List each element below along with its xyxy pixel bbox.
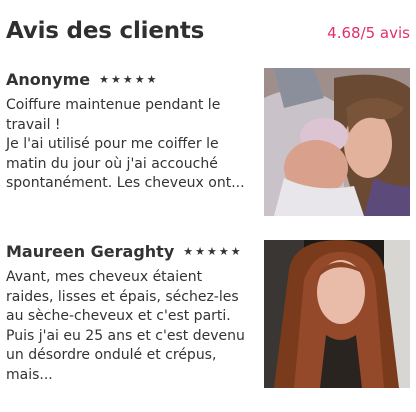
woman-long-hair-photo <box>264 240 410 388</box>
reviewer-name: Maureen Geraghty <box>6 241 175 261</box>
reviews-header: Avis des clients 4.68/5 avis <box>6 18 410 54</box>
star-icon: ★ <box>195 244 206 258</box>
star-icon: ★ <box>99 72 109 86</box>
review-text: Avant, mes cheveux étaient raides, lisse… <box>6 269 245 383</box>
star-icon: ★ <box>183 244 194 258</box>
average-rating[interactable]: 4.68/5 avis <box>327 24 410 42</box>
review-card: Maureen Geraghty ★ ★ ★ ★ ★ Avant, mes ch… <box>6 240 410 390</box>
section-title: Avis des clients <box>6 18 205 44</box>
review-header: Anonyme ★ ★ ★ ★ ★ <box>6 68 156 90</box>
review-header: Maureen Geraghty ★ ★ ★ ★ ★ <box>6 240 241 262</box>
review-photo[interactable] <box>264 240 410 388</box>
star-icon: ★ <box>146 72 157 86</box>
review-card: Anonyme ★ ★ ★ ★ ★ Coiffure maintenue pen… <box>6 68 410 218</box>
star-icon: ★ <box>134 72 145 86</box>
star-icon: ★ <box>122 72 133 86</box>
star-rating: ★ ★ ★ ★ ★ <box>183 246 240 257</box>
reviewer-name: Anonyme <box>6 69 91 89</box>
review-text: Coiffure maintenue pendant le travail ! … <box>6 97 245 191</box>
review-photo[interactable] <box>264 68 410 216</box>
mother-newborn-photo <box>264 68 410 216</box>
star-rating: ★ ★ ★ ★ ★ <box>99 74 156 85</box>
star-icon: ★ <box>230 244 241 258</box>
star-icon: ★ <box>218 244 229 258</box>
star-icon: ★ <box>110 72 121 86</box>
star-icon: ★ <box>207 244 217 258</box>
